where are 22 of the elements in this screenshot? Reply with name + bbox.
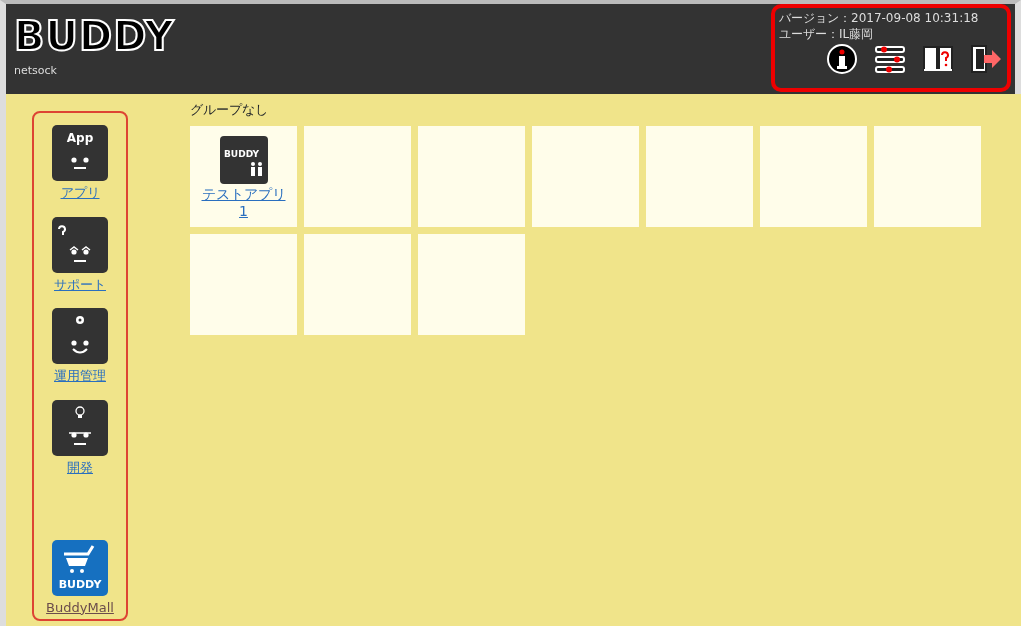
user-text: ユーザー：IL藤岡 [779,26,874,42]
sidebar-link[interactable]: サポート [54,274,106,294]
support-icon[interactable] [52,216,108,273]
app-icon[interactable]: App [52,125,108,181]
app-link[interactable]: テストアプリ1 [197,185,290,220]
logout-icon[interactable] [969,44,1003,74]
logo: BUDDY [13,12,175,56]
info-icon[interactable] [825,44,859,74]
sidebar-link[interactable]: アプリ [60,183,100,203]
sidebar-link[interactable]: BuddyMall [46,597,114,617]
sidebar-link[interactable]: 運用管理 [54,366,106,386]
group-title: グループなし [190,101,268,119]
app-icon[interactable]: BUDDY [219,135,268,184]
sidebar-link[interactable]: 開発 [67,457,93,477]
settings-icon[interactable] [873,44,907,74]
developer-icon[interactable] [52,399,108,456]
version-text: バージョン：2017-09-08 10:31:18 [779,10,979,26]
cart-icon[interactable]: BUDDY [52,539,108,596]
admin-icon[interactable] [52,308,108,364]
book-icon[interactable] [921,44,955,74]
company-name: netsock [13,63,57,79]
app-tile[interactable]: BUDDY テストアプリ1 [190,125,297,227]
